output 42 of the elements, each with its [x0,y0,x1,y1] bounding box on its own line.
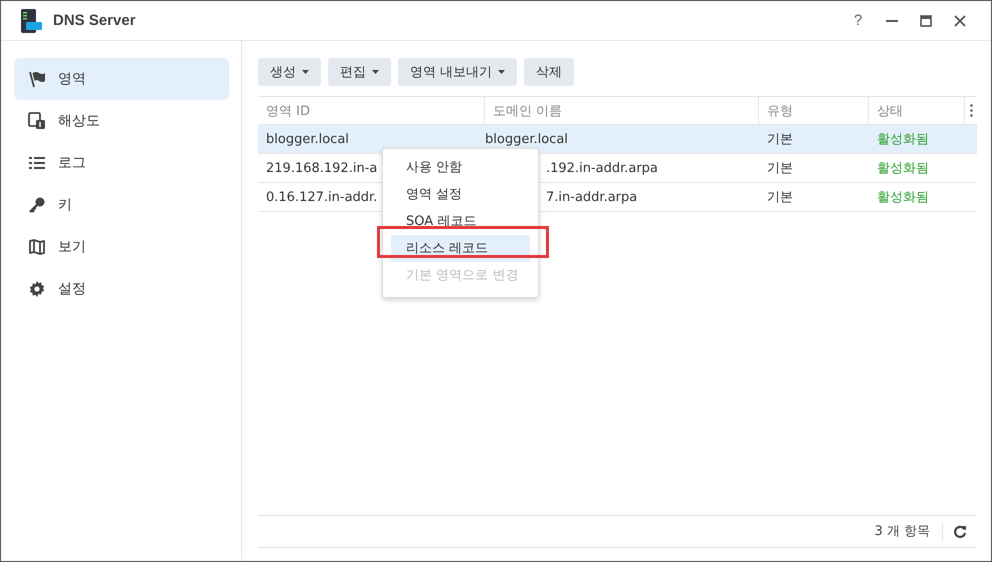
sidebar-item[interactable]: 로그 [14,142,229,184]
status-text: 활성화됨 [877,189,929,206]
list-icon [28,154,46,172]
app-logo-icon [20,8,42,32]
column-header[interactable]: 유형 [759,97,869,124]
sidebar-item[interactable]: 키 [14,184,229,226]
sidebar-item[interactable]: 해상도 [14,100,229,142]
settings-icon [28,280,46,298]
table-cell: .192.in-addr.arpa [546,160,658,176]
status-text: 활성화됨 [877,160,929,177]
status-text: 활성화됨 [877,131,929,148]
document-icon [28,112,46,130]
table-cell-text: 기본 [767,160,793,177]
table-cell: 0.16.127.in-addr. [266,190,378,204]
sidebar-item[interactable]: 보기 [14,226,229,268]
flag-icon [28,70,46,88]
table-cell-text: 기본 [767,131,793,148]
sidebar-item[interactable]: 설정 [14,268,229,310]
toolbar-button[interactable]: 편집 [328,58,391,86]
toolbar-button[interactable]: 삭제 [524,58,574,86]
toolbar-button[interactable]: 영역 내보내기 [398,58,518,86]
key-icon [28,196,46,214]
table-cell: 219.168.192.in-a [266,160,378,176]
column-header[interactable]: 상태 [869,97,965,124]
table-cell: 7.in-addr.arpa [546,190,638,204]
maximize-icon[interactable] [920,14,932,26]
item-count: 3 개 항목 [874,522,943,542]
table-cell: blogger.local [485,132,568,146]
window-title: DNS Server [53,12,136,29]
menu-item[interactable]: 사용 안함 [391,154,530,181]
map-icon [28,238,46,256]
table-cell-text: 기본 [767,189,793,206]
toolbar-button[interactable]: 생성 [258,58,321,86]
column-header[interactable]: 도메인 이름 [485,97,759,124]
help-button[interactable]: ? [841,10,875,30]
menu-item: 기본 영역으로 변경 [405,267,520,285]
sidebar-item[interactable]: 영역 [14,58,229,100]
table-row[interactable]: blogger.local blogger.local 기본 활성화됨 [258,125,977,154]
menu-item[interactable]: 영역 설정 [391,181,530,208]
table-cell: blogger.local [266,132,349,146]
close-icon[interactable] [954,14,966,26]
column-header[interactable]: 영역 ID [258,97,485,124]
